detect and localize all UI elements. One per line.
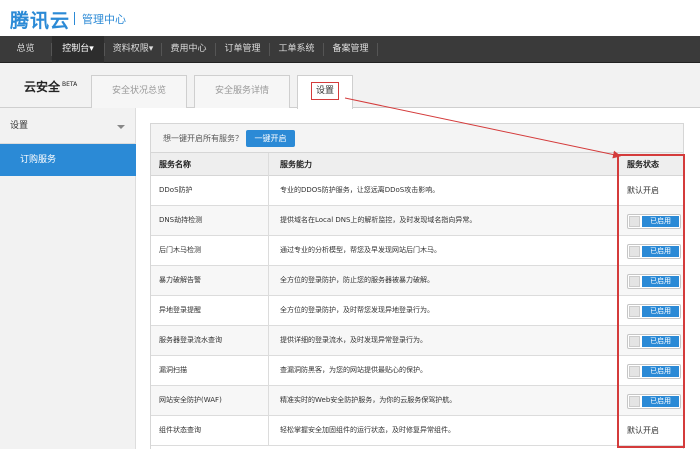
annotation-arrow <box>344 97 621 159</box>
